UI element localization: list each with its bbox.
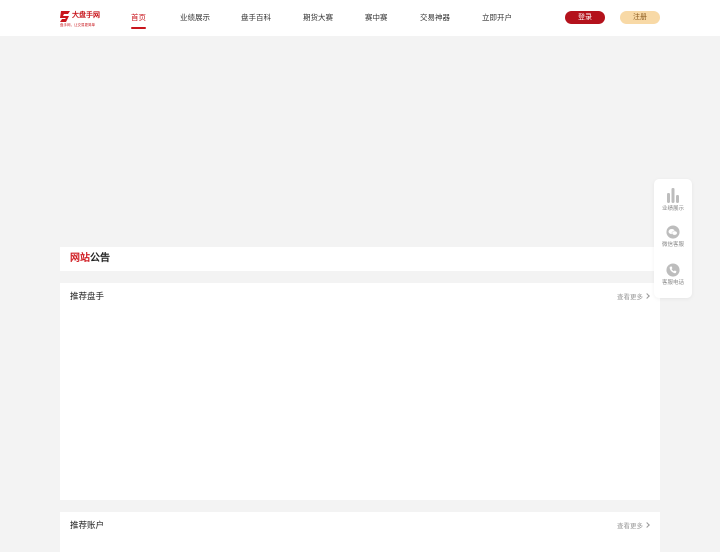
- view-more-link[interactable]: 查看更多: [617, 521, 650, 531]
- nav-trading-tools[interactable]: 交易神器: [420, 12, 450, 24]
- logo-mark-icon: [60, 11, 70, 22]
- side-item-wechat[interactable]: 微信客服: [654, 223, 692, 257]
- logo-slogan: 盘手网，让交易更简单: [60, 23, 95, 27]
- view-more-label: 查看更多: [617, 293, 643, 301]
- nav-active-indicator: [131, 27, 146, 29]
- notice-title-red: 网站: [70, 253, 90, 264]
- nav-performance[interactable]: 业绩展示: [180, 12, 210, 24]
- section-title: 推荐账户: [70, 521, 105, 531]
- logo-title: 大盘手网: [72, 11, 100, 19]
- side-item-performance[interactable]: 业绩展示: [654, 187, 692, 221]
- side-item-phone[interactable]: 客服电话: [654, 261, 692, 295]
- bar-chart-icon: [667, 188, 679, 203]
- side-item-label: 微信客服: [661, 242, 684, 248]
- site-logo[interactable]: 大盘手网 盘手网，让交易更简单: [59, 9, 101, 29]
- register-button[interactable]: 注册: [620, 11, 660, 24]
- side-item-label: 客服电话: [661, 280, 684, 286]
- login-button[interactable]: 登录: [565, 11, 605, 24]
- chevron-right-icon: [644, 293, 650, 299]
- top-header: 大盘手网 盘手网，让交易更简单 首页 业绩展示 盘手百科 期货大赛 赛中赛 交易…: [0, 0, 720, 36]
- notice-title-dark: 公告: [90, 253, 110, 264]
- view-more-link[interactable]: 查看更多: [617, 292, 650, 302]
- section-title: 推荐盘手: [70, 292, 105, 302]
- wechat-icon: [666, 225, 680, 239]
- recommended-traders-section: 推荐盘手 查看更多: [60, 283, 660, 500]
- recommended-accounts-section: 推荐账户 查看更多: [60, 512, 660, 552]
- site-notice-bar: 网站公告: [60, 247, 660, 271]
- notice-title: 网站公告: [70, 252, 110, 265]
- floating-side-panel: 业绩展示 微信客服 客服电话: [654, 179, 692, 298]
- nav-futures-contest[interactable]: 期货大赛: [303, 12, 333, 24]
- nav-home[interactable]: 首页: [131, 12, 146, 24]
- chevron-right-icon: [644, 522, 650, 528]
- nav-open-account[interactable]: 立即开户: [482, 12, 512, 24]
- phone-icon: [666, 263, 680, 277]
- side-item-label: 业绩展示: [661, 206, 684, 212]
- nav-trader-wiki[interactable]: 盘手百科: [241, 12, 271, 24]
- view-more-label: 查看更多: [617, 522, 643, 530]
- nav-sub-contest[interactable]: 赛中赛: [365, 12, 388, 24]
